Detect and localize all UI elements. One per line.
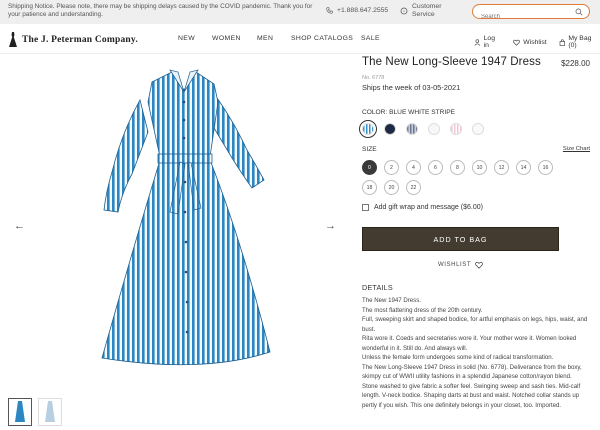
- bag-label: My Bag (0): [568, 35, 592, 49]
- swatch-navy[interactable]: [384, 123, 396, 135]
- details-heading: DETAILS: [362, 283, 393, 292]
- logo-dress-icon: [9, 32, 17, 47]
- login-link[interactable]: Log in: [474, 35, 501, 49]
- size-option[interactable]: 8: [450, 160, 465, 175]
- nav-women[interactable]: WOMEN: [212, 35, 257, 42]
- details-line: The New 1947 Dress.: [362, 297, 421, 304]
- color-label: COLOR: BLUE WHITE STRIPE: [362, 109, 456, 116]
- product-price: $228.00: [561, 59, 590, 68]
- size-option[interactable]: 6: [428, 160, 443, 175]
- swatch-white[interactable]: [428, 123, 440, 135]
- details-line: Rita wore it. Coeds and secretaries wore…: [362, 335, 577, 352]
- thumbnail-2[interactable]: [38, 398, 62, 426]
- notice-bar: Shipping Notice. Please note, there may …: [0, 0, 600, 24]
- phone-number: +1.888.647.2555: [337, 7, 389, 14]
- dress-thumbnail-icon: [45, 401, 55, 422]
- bag-icon: [559, 38, 565, 46]
- size-option[interactable]: 10: [472, 160, 487, 175]
- phone-link[interactable]: +1.888.647.2555: [326, 7, 388, 14]
- category-menu: NEW WOMEN MEN SHOP CATALOGS SALE: [178, 35, 391, 42]
- wishlist-label: Wishlist: [523, 38, 547, 46]
- size-option[interactable]: 0: [362, 160, 377, 175]
- search-input[interactable]: [473, 10, 571, 24]
- heart-icon: [475, 261, 483, 269]
- swatch-ivory[interactable]: [472, 123, 484, 135]
- size-option[interactable]: 18: [362, 180, 377, 195]
- account-links: Log in Wishlist My Bag (0): [474, 35, 600, 49]
- details-line: The most flattering dress of the 20th ce…: [362, 306, 483, 314]
- size-option[interactable]: 14: [516, 160, 531, 175]
- details-line: Full, sweeping skirt and shaped bodice, …: [362, 316, 588, 333]
- gallery-prev-arrow-icon[interactable]: ←: [14, 220, 25, 232]
- ships-date: Ships the week of 03-05-2021: [362, 83, 461, 92]
- chat-icon: [400, 7, 408, 15]
- nav-new[interactable]: NEW: [178, 35, 212, 42]
- details-text: The New 1947 Dress. The most flattering …: [362, 296, 588, 410]
- dress-thumbnail-icon: [15, 401, 25, 422]
- nav-shop-catalogs[interactable]: SHOP CATALOGS: [291, 35, 361, 42]
- size-option[interactable]: 20: [384, 180, 399, 195]
- phone-icon: [326, 7, 333, 14]
- size-option[interactable]: 2: [384, 160, 399, 175]
- size-option[interactable]: 22: [406, 180, 421, 195]
- size-label: SIZE: [362, 146, 377, 153]
- logo-text: The J. Peterman Company.: [22, 35, 138, 45]
- search-icon[interactable]: [575, 8, 583, 16]
- gift-wrap-checkbox[interactable]: [362, 204, 369, 211]
- size-option[interactable]: 16: [538, 160, 553, 175]
- swatch-slate[interactable]: [406, 123, 418, 135]
- size-chart-link[interactable]: Size Chart: [563, 146, 590, 152]
- wishlist-button[interactable]: WISHLIST: [438, 261, 483, 269]
- product-title: The New Long-Sleeve 1947 Dress: [362, 56, 541, 68]
- wishlist-link[interactable]: Wishlist: [513, 35, 547, 49]
- gift-wrap-option[interactable]: Add gift wrap and message ($6.00): [362, 204, 483, 211]
- bag-link[interactable]: My Bag (0): [559, 35, 600, 49]
- details-line: Unless the female form undergoes some ki…: [362, 354, 554, 361]
- nav-sale[interactable]: SALE: [361, 35, 391, 42]
- wishlist-button-label: WISHLIST: [438, 262, 472, 268]
- product-sku: No. 6778: [362, 75, 385, 81]
- login-label: Log in: [483, 35, 495, 49]
- gallery-next-arrow-icon[interactable]: →: [325, 220, 336, 232]
- logo[interactable]: The J. Peterman Company.: [8, 32, 138, 48]
- color-swatches: [359, 120, 484, 138]
- gift-wrap-label: Add gift wrap and message ($6.00): [374, 204, 483, 211]
- search-box[interactable]: [472, 4, 590, 24]
- thumbnail-1[interactable]: [8, 398, 32, 426]
- swatch-blue-stripe[interactable]: [359, 120, 377, 138]
- thumbnail-strip: [8, 398, 62, 426]
- customer-service-label: Customer Service: [412, 3, 442, 18]
- main-nav: The J. Peterman Company. NEW WOMEN MEN S…: [0, 24, 600, 54]
- customer-service-link[interactable]: Customer Service: [400, 3, 450, 19]
- details-line: The New Long-Sleeve 1947 Dress in solid …: [362, 363, 582, 409]
- product-image: [101, 69, 271, 366]
- nav-men[interactable]: MEN: [257, 35, 291, 42]
- size-option[interactable]: 4: [406, 160, 421, 175]
- shipping-notice: Shipping Notice. Please note, there may …: [8, 3, 313, 19]
- swatch-pink[interactable]: [450, 123, 462, 135]
- size-option[interactable]: 12: [494, 160, 509, 175]
- add-to-bag-button[interactable]: ADD TO BAG: [362, 227, 559, 251]
- heart-icon: [513, 39, 521, 46]
- size-options: 0 2 4 6 8 10 12 14 16 18 20 22: [362, 160, 562, 195]
- user-icon: [474, 38, 481, 46]
